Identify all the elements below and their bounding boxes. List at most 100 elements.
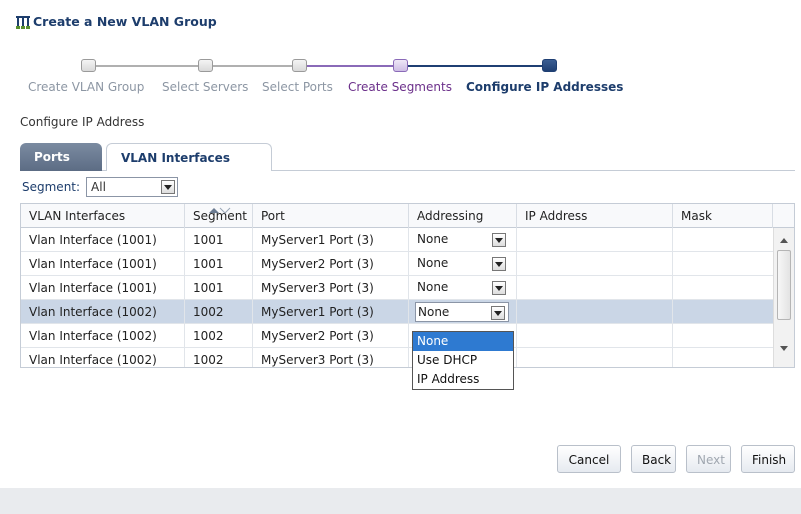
table-row[interactable]: Vlan Interface (1002) 1002 MyServer2 Por… — [21, 324, 773, 348]
cell-ip-address[interactable] — [517, 228, 673, 252]
cell-segment: 1002 — [185, 324, 253, 348]
cell-vlan-interface: Vlan Interface (1001) — [21, 252, 185, 276]
addressing-select-value: None — [418, 305, 450, 319]
train-connector — [408, 65, 542, 67]
train-stop-create-segments[interactable] — [393, 59, 408, 72]
train-connector — [212, 65, 299, 67]
wizard-button-bar: Cancel Back Next Finish — [0, 442, 801, 478]
train-stop-configure-ip-addresses — [542, 59, 557, 72]
table-row-selected[interactable]: Vlan Interface (1002) 1002 MyServer1 Por… — [21, 300, 773, 324]
chevron-down-icon[interactable] — [492, 233, 506, 247]
cell-port: MyServer2 Port (3) — [253, 252, 409, 276]
train-label-create-segments[interactable]: Create Segments — [348, 80, 452, 94]
finish-button[interactable]: Finish — [741, 445, 795, 473]
addressing-select[interactable]: None — [415, 254, 509, 274]
scroll-down-icon[interactable] — [780, 346, 788, 351]
segment-select[interactable]: All — [86, 177, 179, 197]
sort-icon[interactable] — [205, 206, 231, 214]
cell-port: MyServer1 Port (3) — [253, 300, 409, 324]
tab-ports[interactable]: Ports — [20, 143, 102, 171]
addressing-select[interactable]: None — [415, 278, 509, 298]
cell-mask[interactable] — [673, 228, 773, 252]
vlan-interfaces-panel: Segment: All VLAN Interfaces Segment Por… — [20, 171, 795, 422]
column-header-vlan-interfaces[interactable]: VLAN Interfaces — [21, 204, 185, 228]
cell-ip-address[interactable] — [517, 252, 673, 276]
chevron-down-icon[interactable] — [492, 281, 506, 295]
train-stop-create-vlan-group[interactable] — [81, 59, 96, 72]
cell-vlan-interface: Vlan Interface (1002) — [21, 348, 185, 367]
cell-segment: 1002 — [185, 300, 253, 324]
cell-segment: 1001 — [185, 276, 253, 300]
cell-segment: 1001 — [185, 252, 253, 276]
column-header-addressing[interactable]: Addressing — [409, 204, 517, 228]
cell-port: MyServer1 Port (3) — [253, 228, 409, 252]
cell-ip-address[interactable] — [517, 348, 673, 367]
table-row[interactable]: Vlan Interface (1001) 1001 MyServer1 Por… — [21, 228, 773, 252]
dropdown-option-ip-address[interactable]: IP Address — [413, 370, 513, 389]
dropdown-option-use-dhcp[interactable]: Use DHCP — [413, 351, 513, 370]
cell-mask[interactable] — [673, 348, 773, 367]
chevron-down-icon[interactable] — [491, 306, 505, 320]
cell-vlan-interface: Vlan Interface (1001) — [21, 276, 185, 300]
table-row[interactable]: Vlan Interface (1002) 1002 MyServer3 Por… — [21, 348, 773, 367]
train-label-select-servers[interactable]: Select Servers — [162, 80, 248, 94]
cell-segment: 1002 — [185, 348, 253, 367]
cell-mask[interactable] — [673, 276, 773, 300]
cell-mask[interactable] — [673, 252, 773, 276]
section-label: Configure IP Address — [20, 115, 145, 129]
scroll-up-icon[interactable] — [780, 238, 788, 243]
cell-port: MyServer3 Port (3) — [253, 276, 409, 300]
train-stop-select-servers[interactable] — [198, 59, 213, 72]
vlan-interfaces-table: VLAN Interfaces Segment Port Addressing … — [20, 203, 795, 368]
addressing-select-open[interactable]: None — [415, 302, 509, 322]
tab-vlan-interfaces[interactable]: VLAN Interfaces — [106, 143, 272, 171]
column-header-port[interactable]: Port — [253, 204, 409, 228]
cell-ip-address[interactable] — [517, 300, 673, 324]
next-button: Next — [686, 445, 731, 473]
chevron-down-icon[interactable] — [492, 257, 506, 271]
back-button[interactable]: Back — [631, 445, 676, 473]
cell-vlan-interface: Vlan Interface (1002) — [21, 300, 185, 324]
cell-segment: 1001 — [185, 228, 253, 252]
cell-addressing: None — [409, 276, 517, 300]
cell-port: MyServer3 Port (3) — [253, 348, 409, 367]
scrollbar-thumb[interactable] — [777, 250, 791, 320]
table-scrollbar[interactable] — [773, 228, 794, 367]
train-label-create-vlan-group[interactable]: Create VLAN Group — [28, 80, 144, 94]
chevron-down-icon[interactable] — [161, 180, 176, 194]
table-header: VLAN Interfaces Segment Port Addressing … — [21, 204, 794, 228]
cell-addressing: None — [409, 252, 517, 276]
column-header-mask[interactable]: Mask — [673, 204, 773, 228]
tab-bar: Ports VLAN Interfaces — [20, 143, 795, 171]
cell-mask[interactable] — [673, 324, 773, 348]
cell-ip-address[interactable] — [517, 276, 673, 300]
column-header-segment[interactable]: Segment — [185, 204, 253, 228]
cell-port: MyServer2 Port (3) — [253, 324, 409, 348]
table-row[interactable]: Vlan Interface (1001) 1001 MyServer2 Por… — [21, 252, 773, 276]
dropdown-option-none[interactable]: None — [413, 332, 513, 351]
column-header-filler — [773, 204, 794, 228]
wizard-train: Create VLAN Group Select Servers Select … — [0, 54, 801, 104]
addressing-select-value: None — [417, 232, 449, 246]
segment-label: Segment: — [22, 180, 81, 194]
title-bar: Create a New VLAN Group — [0, 0, 801, 44]
cell-mask[interactable] — [673, 300, 773, 324]
addressing-select-value: None — [417, 280, 449, 294]
column-header-ip-address[interactable]: IP Address — [517, 204, 673, 228]
cell-vlan-interface: Vlan Interface (1002) — [21, 324, 185, 348]
train-connector — [306, 65, 393, 67]
addressing-select-value: None — [417, 256, 449, 270]
train-label-select-ports[interactable]: Select Ports — [262, 80, 333, 94]
table-row[interactable]: Vlan Interface (1001) 1001 MyServer3 Por… — [21, 276, 773, 300]
addressing-select[interactable]: None — [415, 230, 509, 250]
train-stop-select-ports[interactable] — [292, 59, 307, 72]
train-connector — [96, 65, 203, 67]
segment-select-value: All — [91, 180, 106, 194]
cancel-button[interactable]: Cancel — [557, 445, 621, 473]
addressing-dropdown-list: None Use DHCP IP Address — [412, 331, 514, 390]
train-label-configure-ip-addresses: Configure IP Addresses — [466, 80, 624, 94]
footer-bar — [0, 488, 801, 514]
cell-ip-address[interactable] — [517, 324, 673, 348]
cell-addressing: None — [409, 228, 517, 252]
cell-vlan-interface: Vlan Interface (1001) — [21, 228, 185, 252]
